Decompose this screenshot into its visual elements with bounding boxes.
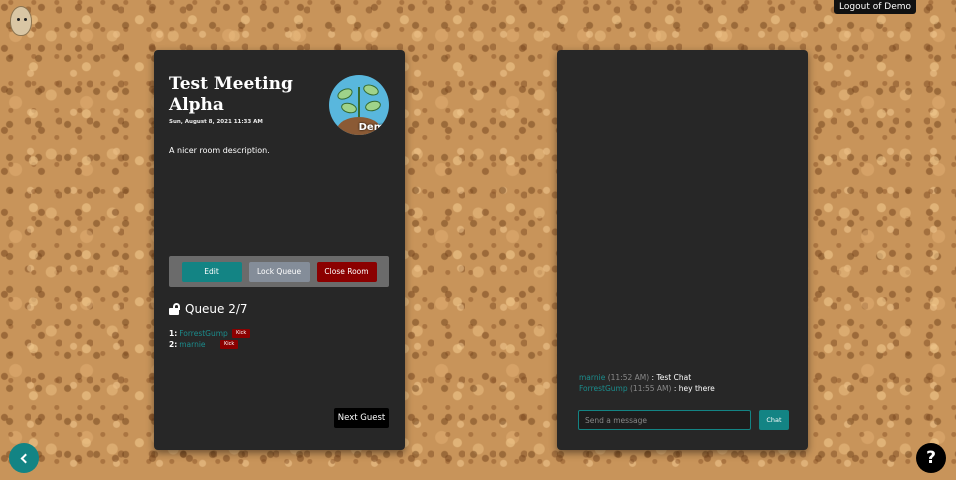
- room-action-bar: Edit Lock Queue Close Room: [169, 256, 389, 287]
- plant-leaf-icon: [361, 82, 381, 98]
- next-guest-button[interactable]: Next Guest: [334, 408, 389, 428]
- logout-button[interactable]: Logout of Demo: [834, 0, 916, 14]
- chat-message-input[interactable]: [578, 410, 751, 430]
- room-title: Test Meeting Alpha: [169, 74, 293, 115]
- kick-button[interactable]: Kick: [232, 329, 251, 338]
- queue-item: 2: marnie Kick: [169, 340, 239, 351]
- queue-item-name[interactable]: marnie: [179, 340, 205, 349]
- potato-logo-icon[interactable]: [10, 6, 32, 36]
- logo-eye-left: [17, 18, 20, 21]
- plant-leaf-icon: [335, 86, 355, 102]
- queue-item: 1: ForrestGump Kick: [169, 329, 251, 340]
- chat-message-separator: :: [671, 384, 679, 393]
- chat-log: marnie (11:52 AM) : Test Chat ForrestGum…: [579, 372, 715, 394]
- chat-message-text: hey there: [678, 384, 715, 393]
- chat-message: ForrestGump (11:55 AM) : hey there: [579, 383, 715, 394]
- plant-leaf-icon: [339, 101, 359, 115]
- chat-send-button[interactable]: Chat: [759, 410, 789, 430]
- plant-stem-icon: [358, 87, 360, 121]
- queue-item-number: 1:: [169, 329, 178, 338]
- chat-message-text: Test Chat: [656, 373, 692, 382]
- help-button[interactable]: ?: [916, 443, 946, 473]
- room-panel: Test Meeting Alpha Sun, August 8, 2021 1…: [154, 50, 405, 450]
- edit-button[interactable]: Edit: [181, 261, 242, 282]
- chat-message-time: (11:52 AM): [607, 373, 650, 382]
- room-date: Sun, August 8, 2021 11:33 AM: [169, 119, 263, 125]
- chat-message: marnie (11:52 AM) : Test Chat: [579, 372, 715, 383]
- logo-eye-right: [24, 18, 27, 21]
- queue-header: Queue 2/7: [169, 302, 248, 316]
- kick-button[interactable]: Kick: [220, 340, 239, 349]
- queue-item-number: 2:: [169, 340, 178, 349]
- queue-title: Queue 2/7: [185, 302, 248, 316]
- chat-message-user: marnie: [579, 373, 606, 382]
- chat-message-time: (11:55 AM): [630, 384, 672, 393]
- room-description: A nicer room description.: [169, 146, 270, 155]
- chat-panel: marnie (11:52 AM) : Test Chat ForrestGum…: [557, 50, 808, 450]
- room-avatar: Demo: [329, 75, 389, 135]
- avatar-label: Demo: [358, 122, 389, 133]
- back-button[interactable]: [9, 443, 39, 473]
- chevron-left-icon: [20, 453, 31, 463]
- close-room-button[interactable]: Close Room: [316, 261, 377, 282]
- queue-item-name[interactable]: ForrestGump: [179, 329, 228, 338]
- unlock-icon: [169, 303, 181, 315]
- plant-leaf-icon: [363, 99, 383, 113]
- lock-queue-button[interactable]: Lock Queue: [248, 261, 310, 282]
- chat-message-user: ForrestGump: [579, 384, 628, 393]
- help-icon: ?: [926, 448, 936, 468]
- queue-list: 1: ForrestGump Kick 2: marnie Kick: [169, 329, 251, 351]
